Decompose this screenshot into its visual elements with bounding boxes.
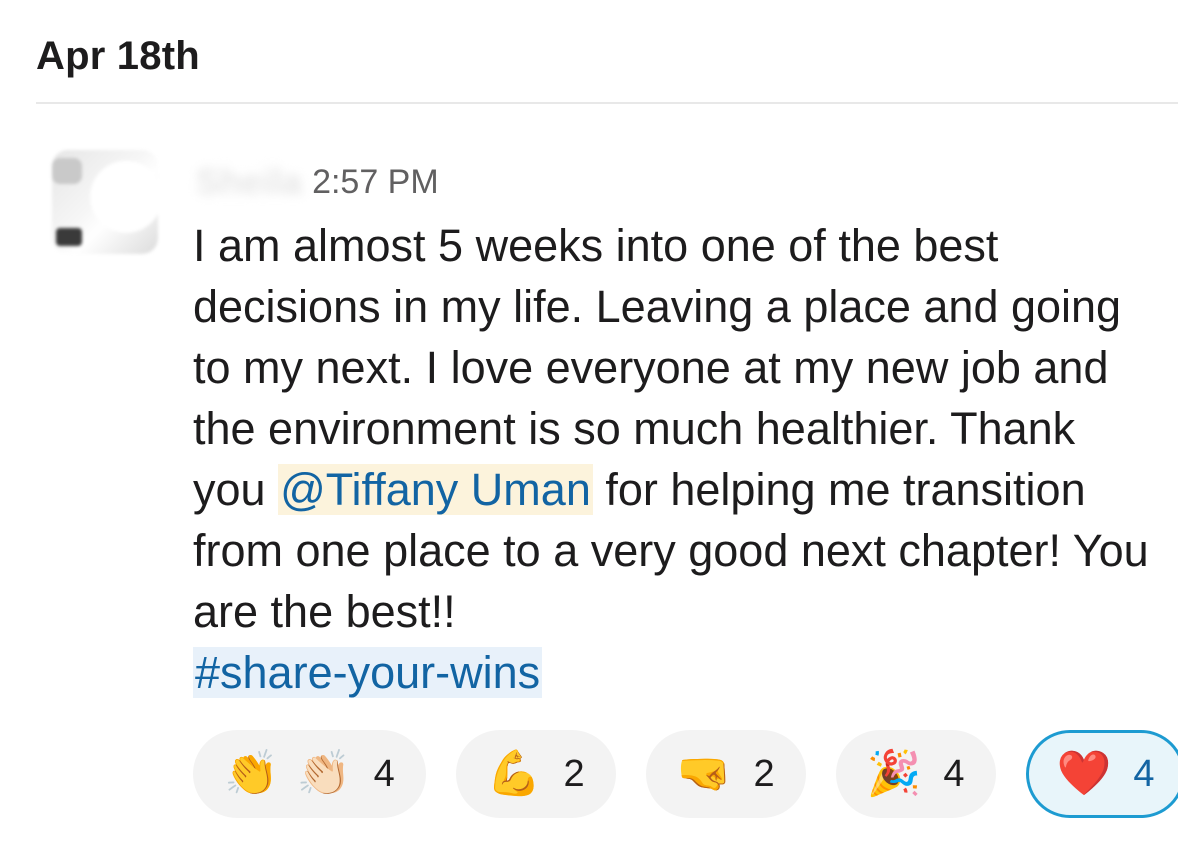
message-timestamp[interactable]: 2:57 PM [312, 163, 439, 202]
sender-name[interactable]: Sheila [196, 161, 302, 203]
avatar-detail [56, 228, 82, 246]
reaction-count: 2 [563, 752, 585, 795]
channel-link[interactable]: #share-your-wins [193, 647, 543, 698]
reaction-bar: 👏 👏🏻 4 💪 2 🤜 2 🎉 4 ❤️ 4 [193, 730, 1178, 818]
reaction-button[interactable]: 🤜 2 [645, 730, 806, 818]
reaction-button[interactable]: 💪 2 [455, 730, 616, 818]
user-mention[interactable]: @Tiffany Uman [278, 464, 593, 515]
avatar[interactable] [52, 150, 158, 254]
reaction-count: 4 [1133, 752, 1155, 795]
reaction-count: 2 [753, 752, 775, 795]
right-fist-icon: 🤜 [676, 748, 732, 799]
party-popper-icon: 🎉 [866, 748, 922, 799]
reaction-button[interactable]: 👏 👏🏻 4 [193, 730, 426, 818]
heart-icon: ❤️ [1056, 748, 1112, 799]
flexed-biceps-icon: 💪 [486, 748, 542, 799]
message-view: Apr 18th Sheila 2:57 PM I am almost 5 we… [0, 0, 1178, 845]
avatar-detail [52, 158, 82, 184]
reaction-count: 4 [943, 752, 965, 795]
reaction-button[interactable]: 🎉 4 [835, 730, 996, 818]
clap-light-icon: 👏🏻 [296, 748, 352, 799]
reaction-button[interactable]: ❤️ 4 [1025, 730, 1178, 818]
reaction-count: 4 [373, 752, 395, 795]
date-divider-label[interactable]: Apr 18th [36, 34, 200, 79]
clap-icon: 👏 [224, 748, 279, 799]
message-text: I am almost 5 weeks into one of the best… [193, 215, 1153, 703]
date-divider-line [36, 102, 1178, 104]
message-header: Sheila 2:57 PM [196, 160, 439, 204]
